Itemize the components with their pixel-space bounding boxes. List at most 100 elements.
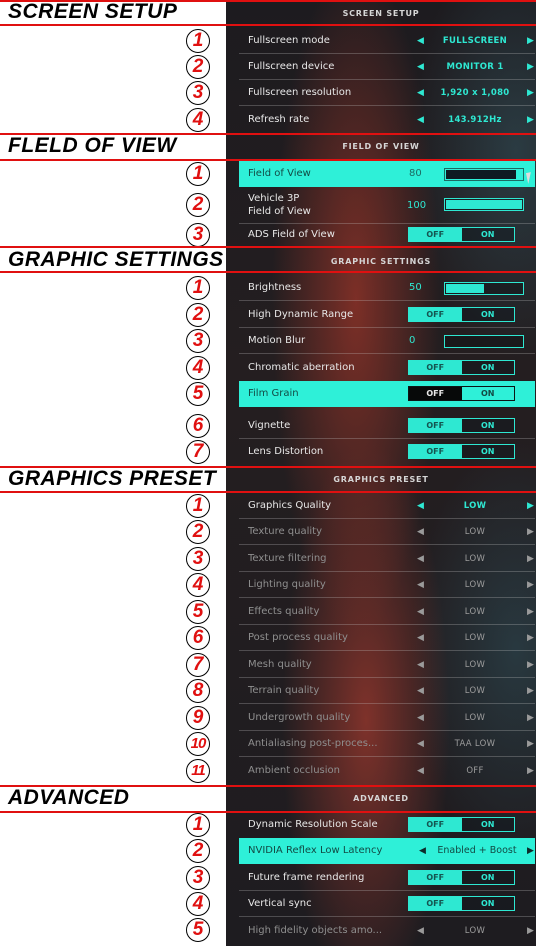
setting-post-process-quality[interactable]: Post process quality ◀ LOW ▶: [239, 625, 535, 651]
arrow-left-icon[interactable]: ◀: [417, 625, 424, 651]
arrow-left-icon[interactable]: ◀: [417, 28, 424, 54]
toggle-on-option[interactable]: ON: [461, 897, 514, 910]
setting-future-frame-rendering[interactable]: Future frame rendering OFF ON: [239, 865, 535, 891]
setting-terrain-quality[interactable]: Terrain quality ◀ LOW ▶: [239, 678, 535, 704]
arrow-right-icon[interactable]: ▶: [527, 493, 534, 519]
arrow-left-icon[interactable]: ◀: [419, 838, 426, 864]
future-frame-toggle[interactable]: OFF ON: [408, 870, 515, 885]
setting-fullscreen-mode[interactable]: Fullscreen mode ◀ FULLSCREEN ▶: [239, 28, 535, 54]
arrow-left-icon[interactable]: ◀: [417, 678, 424, 704]
arrow-left-icon[interactable]: ◀: [417, 54, 424, 80]
setting-chromatic-aberration[interactable]: Chromatic aberration OFF ON: [239, 355, 535, 381]
toggle-on-option[interactable]: ON: [461, 818, 514, 831]
setting-undergrowth-quality[interactable]: Undergrowth quality ◀ LOW ▶: [239, 705, 535, 731]
arrow-right-icon[interactable]: ▶: [527, 519, 534, 545]
toggle-off-option[interactable]: OFF: [409, 871, 462, 884]
setting-brightness[interactable]: Brightness 50: [239, 275, 535, 301]
vertical-sync-toggle[interactable]: OFF ON: [408, 896, 515, 911]
arrow-right-icon[interactable]: ▶: [527, 80, 534, 106]
setting-mesh-quality[interactable]: Mesh quality ◀ LOW ▶: [239, 652, 535, 678]
arrow-right-icon[interactable]: ▶: [527, 54, 534, 80]
arrow-left-icon[interactable]: ◀: [417, 652, 424, 678]
setting-lighting-quality[interactable]: Lighting quality ◀ LOW ▶: [239, 572, 535, 598]
toggle-on-option[interactable]: ON: [461, 445, 514, 458]
toggle-off-option[interactable]: OFF: [409, 419, 462, 432]
arrow-left-icon[interactable]: ◀: [417, 80, 424, 106]
arrow-right-icon[interactable]: ▶: [527, 599, 534, 625]
annotation-number: 2: [186, 193, 210, 217]
toggle-off-option[interactable]: OFF: [409, 308, 462, 321]
chromatic-aberration-toggle[interactable]: OFF ON: [408, 360, 515, 375]
arrow-right-icon[interactable]: ▶: [527, 572, 534, 598]
brightness-slider[interactable]: [444, 282, 524, 295]
arrow-right-icon[interactable]: ▶: [527, 625, 534, 651]
setting-effects-quality[interactable]: Effects quality ◀ LOW ▶: [239, 599, 535, 625]
motion-blur-slider[interactable]: [444, 335, 524, 348]
lens-distortion-toggle[interactable]: OFF ON: [408, 444, 515, 459]
dynamic-resolution-toggle[interactable]: OFF ON: [408, 817, 515, 832]
arrow-left-icon[interactable]: ◀: [417, 918, 424, 944]
ads-fov-toggle[interactable]: OFF ON: [408, 227, 515, 242]
arrow-right-icon[interactable]: ▶: [527, 731, 534, 757]
setting-graphics-quality[interactable]: Graphics Quality ◀ LOW ▶: [239, 493, 535, 519]
setting-texture-filtering[interactable]: Texture filtering ◀ LOW ▶: [239, 546, 535, 572]
toggle-off-option[interactable]: OFF: [409, 897, 462, 910]
annotation-line: [0, 785, 536, 787]
setting-vertical-sync[interactable]: Vertical sync OFF ON: [239, 891, 535, 917]
toggle-on-option[interactable]: ON: [461, 361, 514, 374]
setting-antialiasing-post-proces[interactable]: Antialiasing post-proces... ◀ TAA LOW ▶: [239, 731, 535, 757]
setting-refresh-rate[interactable]: Refresh rate ◀ 143.912Hz ▶: [239, 107, 535, 133]
setting-lens-distortion[interactable]: Lens Distortion OFF ON: [239, 439, 535, 465]
setting-ads-field-of-view[interactable]: ADS Field of View OFF ON: [239, 222, 535, 248]
arrow-left-icon[interactable]: ◀: [417, 519, 424, 545]
toggle-on-option[interactable]: ON: [461, 871, 514, 884]
setting-label: High Dynamic Range: [248, 309, 354, 320]
arrow-left-icon[interactable]: ◀: [417, 758, 424, 784]
field-of-view-slider[interactable]: [444, 168, 524, 181]
toggle-on-option[interactable]: ON: [461, 228, 514, 241]
setting-texture-quality[interactable]: Texture quality ◀ LOW ▶: [239, 519, 535, 545]
setting-vignette[interactable]: Vignette OFF ON: [239, 413, 535, 439]
film-grain-toggle[interactable]: OFF ON: [408, 386, 515, 401]
toggle-off-option[interactable]: OFF: [409, 818, 462, 831]
arrow-right-icon[interactable]: ▶: [527, 28, 534, 54]
arrow-right-icon[interactable]: ▶: [527, 758, 534, 784]
setting-motion-blur[interactable]: Motion Blur 0: [239, 328, 535, 354]
setting-high-dynamic-range[interactable]: High Dynamic Range OFF ON: [239, 302, 535, 328]
hdr-toggle[interactable]: OFF ON: [408, 307, 515, 322]
toggle-off-option[interactable]: OFF: [409, 228, 462, 241]
arrow-right-icon[interactable]: ▶: [527, 918, 534, 944]
setting-fullscreen-resolution[interactable]: Fullscreen resolution ◀ 1,920 x 1,080 ▶: [239, 80, 535, 106]
setting-film-grain[interactable]: Film Grain OFF ON: [239, 381, 535, 407]
vehicle-fov-slider[interactable]: [444, 198, 524, 211]
annotation-number: 1: [186, 276, 210, 300]
toggle-on-option[interactable]: ON: [462, 387, 515, 400]
setting-field-of-view[interactable]: Field of View 80: [239, 161, 536, 187]
arrow-left-icon[interactable]: ◀: [417, 546, 424, 572]
setting-nvidia-reflex[interactable]: NVIDIA Reflex Low Latency ◀ Enabled + Bo…: [239, 838, 535, 864]
arrow-left-icon[interactable]: ◀: [417, 599, 424, 625]
annotation-line: [0, 133, 536, 135]
arrow-right-icon[interactable]: ▶: [527, 546, 534, 572]
setting-fullscreen-device[interactable]: Fullscreen device ◀ MONITOR 1 ▶: [239, 54, 535, 80]
arrow-left-icon[interactable]: ◀: [417, 731, 424, 757]
arrow-right-icon[interactable]: ▶: [527, 107, 534, 133]
toggle-on-option[interactable]: ON: [461, 419, 514, 432]
arrow-left-icon[interactable]: ◀: [417, 572, 424, 598]
arrow-right-icon[interactable]: ▶: [527, 678, 534, 704]
setting-ambient-occlusion[interactable]: Ambient occlusion ◀ OFF ▶: [239, 758, 535, 784]
vignette-toggle[interactable]: OFF ON: [408, 418, 515, 433]
arrow-left-icon[interactable]: ◀: [417, 493, 424, 519]
setting-dynamic-resolution-scale[interactable]: Dynamic Resolution Scale OFF ON: [239, 812, 535, 838]
arrow-right-icon[interactable]: ▶: [527, 705, 534, 731]
arrow-left-icon[interactable]: ◀: [417, 705, 424, 731]
arrow-right-icon[interactable]: ▶: [527, 838, 534, 864]
toggle-on-option[interactable]: ON: [461, 308, 514, 321]
toggle-off-option[interactable]: OFF: [409, 445, 462, 458]
toggle-off-option[interactable]: OFF: [409, 387, 462, 400]
setting-high-fidelity-objects[interactable]: High fidelity objects amo... ◀ LOW ▶: [239, 918, 535, 944]
setting-vehicle-3p-field-of-view[interactable]: Vehicle 3P Field of View 100: [239, 187, 535, 224]
arrow-left-icon[interactable]: ◀: [417, 107, 424, 133]
toggle-off-option[interactable]: OFF: [409, 361, 462, 374]
arrow-right-icon[interactable]: ▶: [527, 652, 534, 678]
